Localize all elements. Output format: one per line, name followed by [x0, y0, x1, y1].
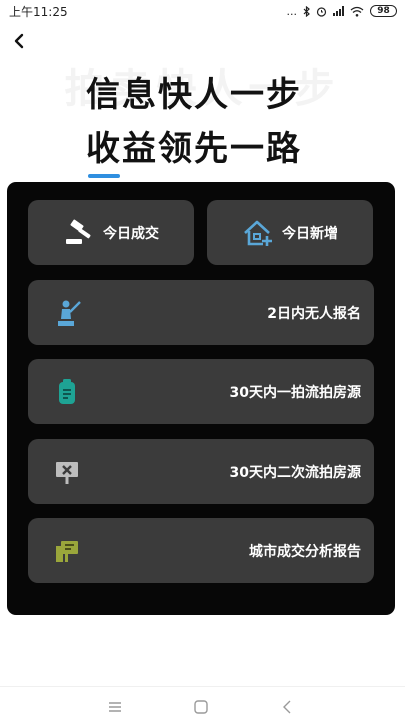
clipboard-icon — [52, 377, 82, 407]
home-square-icon — [194, 700, 208, 714]
hero-title-line-1: 信息快人一步 — [86, 75, 302, 115]
home-nav-button[interactable] — [186, 695, 216, 719]
today-deals-card[interactable]: 今日成交 — [28, 200, 194, 265]
first-failed-auction-label: 30天内一拍流拍房源 — [229, 384, 361, 401]
today-new-card[interactable]: 今日新增 — [207, 200, 373, 265]
battery-icon: 98 — [370, 5, 397, 17]
menu-nav-button[interactable] — [100, 695, 130, 719]
system-nav-bar — [0, 686, 405, 726]
city-report-card[interactable]: 城市成交分析报告 — [28, 518, 374, 583]
chevron-left-icon — [14, 33, 24, 49]
wifi-icon — [350, 6, 364, 17]
house-plus-icon — [242, 218, 274, 248]
bluetooth-icon — [303, 5, 310, 17]
status-dots: ... — [286, 4, 298, 18]
menu-panel: 今日成交 今日新增 2日内无人报名 30天内一拍流拍房源 30天内二次流拍房源 … — [7, 182, 395, 615]
alarm-icon — [316, 6, 327, 17]
no-bidder-card[interactable]: 2日内无人报名 — [28, 280, 374, 345]
second-failed-auction-label: 30天内二次流拍房源 — [229, 464, 361, 481]
back-nav-button[interactable] — [272, 695, 302, 719]
hero-title-line-2: 收益领先一路 — [86, 129, 302, 169]
back-triangle-icon — [283, 700, 291, 714]
board-icon — [52, 536, 82, 566]
menu-icon — [109, 702, 121, 712]
signal-icon — [333, 6, 344, 16]
status-time: 上午11:25 — [9, 4, 68, 19]
gavel-icon — [63, 218, 95, 248]
first-failed-auction-card[interactable]: 30天内一拍流拍房源 — [28, 359, 374, 424]
second-failed-auction-card[interactable]: 30天内二次流拍房源 — [28, 439, 374, 504]
today-deals-label: 今日成交 — [103, 225, 159, 242]
status-icons: ... 98 — [286, 4, 397, 18]
sign-x-icon — [52, 457, 82, 487]
back-button[interactable] — [6, 28, 32, 54]
hero-accent-bar — [88, 174, 120, 178]
city-report-label: 城市成交分析报告 — [249, 543, 361, 560]
no-bidder-label: 2日内无人报名 — [267, 305, 361, 322]
status-bar: 上午11:25 ... 98 — [0, 0, 405, 22]
today-new-label: 今日新增 — [282, 225, 338, 242]
person-pole-icon — [52, 298, 82, 328]
